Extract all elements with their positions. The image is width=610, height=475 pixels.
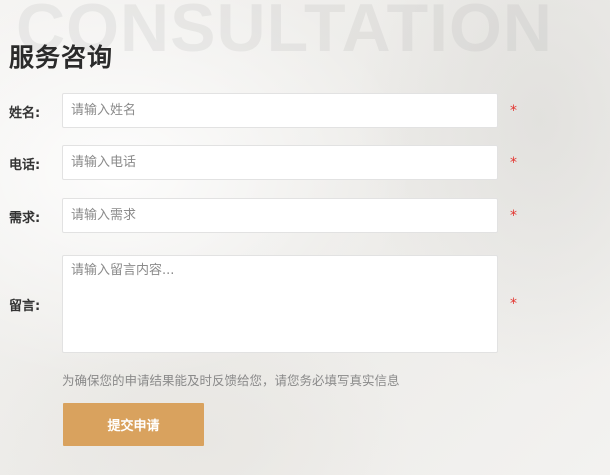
demand-input[interactable] — [62, 198, 498, 233]
name-label: 姓名: — [9, 106, 41, 121]
message-required-mark: * — [510, 296, 517, 312]
page-title: 服务咨询 — [9, 43, 114, 72]
message-label: 留言: — [9, 299, 41, 314]
phone-required-mark: * — [510, 155, 517, 171]
name-input[interactable] — [62, 93, 498, 128]
name-required-mark: * — [510, 103, 517, 119]
submit-button[interactable]: 提交申请 — [63, 403, 204, 446]
demand-label: 需求: — [9, 211, 41, 226]
notice-text: 为确保您的申请结果能及时反馈给您，请您务必填写真实信息 — [62, 373, 400, 388]
demand-required-mark: * — [510, 208, 517, 224]
message-textarea[interactable] — [62, 255, 498, 353]
phone-label: 电话: — [9, 158, 41, 173]
phone-input[interactable] — [62, 145, 498, 180]
